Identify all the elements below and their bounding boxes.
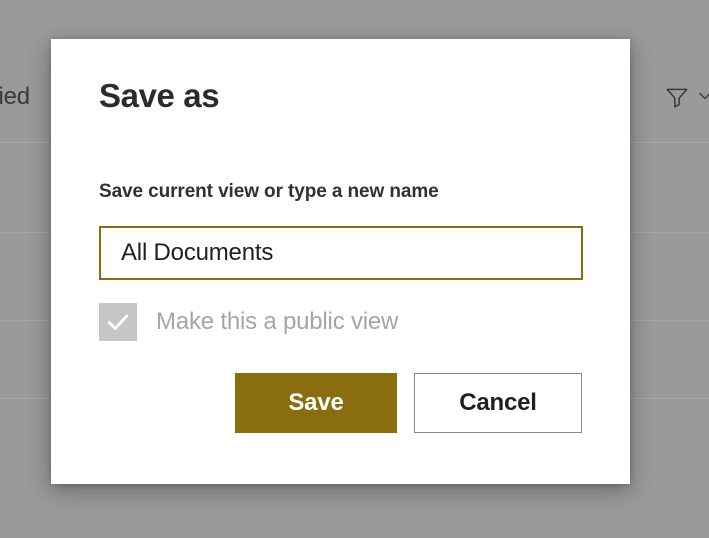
page-title: Save as	[99, 77, 220, 114]
background-column-header-modified: fied	[0, 83, 30, 110]
save-as-dialog: Save as Save current view or type a new …	[51, 39, 630, 484]
filter-funnel-icon	[663, 84, 691, 110]
checkmark-icon	[107, 314, 129, 330]
view-name-label: Save current view or type a new name	[99, 181, 439, 202]
public-view-checkbox-row[interactable]: Make this a public view	[99, 303, 398, 341]
chevron-down-icon	[697, 88, 709, 104]
view-name-field[interactable]	[99, 226, 583, 280]
view-name-input[interactable]	[101, 228, 581, 278]
screen: fied n Save as Save current view or type…	[0, 0, 709, 538]
public-view-checkbox[interactable]	[99, 303, 137, 341]
public-view-label: Make this a public view	[156, 308, 399, 335]
cancel-button[interactable]: Cancel	[414, 373, 582, 433]
save-button[interactable]: Save	[235, 373, 397, 433]
dialog-actions: Save Cancel	[51, 373, 630, 433]
